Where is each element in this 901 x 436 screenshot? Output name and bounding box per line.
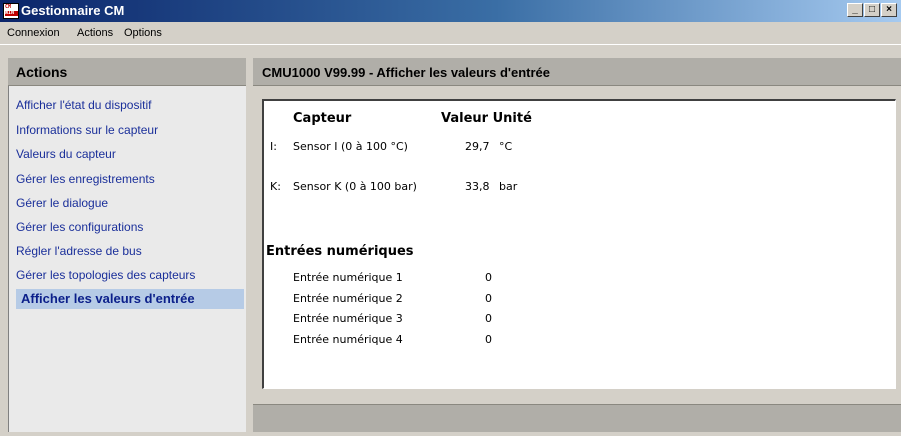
status-bar bbox=[253, 404, 901, 432]
sidebar-item-valeurs-capteur[interactable]: Valeurs du capteur bbox=[16, 147, 116, 161]
digital-input-label: Entrée numérique 3 bbox=[293, 312, 403, 325]
sensor-i-unit: °C bbox=[499, 140, 513, 153]
splitter[interactable] bbox=[246, 58, 253, 432]
header-capteur: Capteur bbox=[293, 111, 352, 126]
digital-input-value: 0 bbox=[485, 312, 492, 325]
sidebar-item-configurations[interactable]: Gérer les configurations bbox=[16, 220, 143, 234]
digital-input-label: Entrée numérique 1 bbox=[293, 271, 403, 284]
digital-input-value: 0 bbox=[485, 333, 492, 346]
sensor-k-unit: bar bbox=[499, 180, 518, 193]
sidebar-item-adresse-bus[interactable]: Régler l'adresse de bus bbox=[16, 244, 142, 258]
sidebar-item-topologies[interactable]: Gérer les topologies des capteurs bbox=[16, 268, 195, 282]
header-valeur-unite: Valeur Unité bbox=[441, 111, 532, 126]
sensor-i-value: 29,7 bbox=[465, 140, 490, 153]
sensor-k-name: Sensor K (0 à 100 bar) bbox=[293, 180, 417, 193]
minimize-button[interactable]: _ bbox=[847, 3, 863, 17]
digital-input-value: 0 bbox=[485, 271, 492, 284]
sidebar-item-dialogue[interactable]: Gérer le dialogue bbox=[16, 196, 108, 210]
menu-options[interactable]: Options bbox=[124, 27, 162, 39]
digital-input-label: Entrée numérique 2 bbox=[293, 292, 403, 305]
title-bar: CM WIN Gestionnaire CM _ □ × bbox=[0, 0, 901, 22]
sensor-i-prefix: I: bbox=[270, 140, 277, 153]
window-bottom-edge bbox=[0, 432, 901, 436]
menu-bar: Connexion Actions Options bbox=[0, 22, 901, 45]
app-icon: CM WIN bbox=[3, 3, 19, 19]
sidebar-item-valeurs-entree[interactable]: Afficher les valeurs d'entrée bbox=[16, 289, 244, 309]
sidebar-title: Actions bbox=[16, 64, 68, 80]
sidebar-item-etat-dispositif[interactable]: Afficher l'état du dispositif bbox=[16, 98, 151, 112]
window-title: Gestionnaire CM bbox=[21, 3, 125, 18]
sidebar-item-informations-capteur[interactable]: Informations sur le capteur bbox=[16, 123, 158, 137]
sensor-i-name: Sensor I (0 à 100 °C) bbox=[293, 140, 408, 153]
digital-input-label: Entrée numérique 4 bbox=[293, 333, 403, 346]
menu-connexion[interactable]: Connexion bbox=[7, 27, 60, 39]
sensor-k-value: 33,8 bbox=[465, 180, 490, 193]
main-title: CMU1000 V99.99 - Afficher les valeurs d'… bbox=[262, 65, 551, 80]
maximize-button[interactable]: □ bbox=[864, 3, 880, 17]
digital-input-value: 0 bbox=[485, 292, 492, 305]
sidebar-item-enregistrements[interactable]: Gérer les enregistrements bbox=[16, 172, 155, 186]
menu-actions[interactable]: Actions bbox=[77, 27, 113, 39]
digital-inputs-title: Entrées numériques bbox=[266, 244, 414, 259]
close-button[interactable]: × bbox=[881, 3, 897, 17]
sensor-k-prefix: K: bbox=[270, 180, 281, 193]
